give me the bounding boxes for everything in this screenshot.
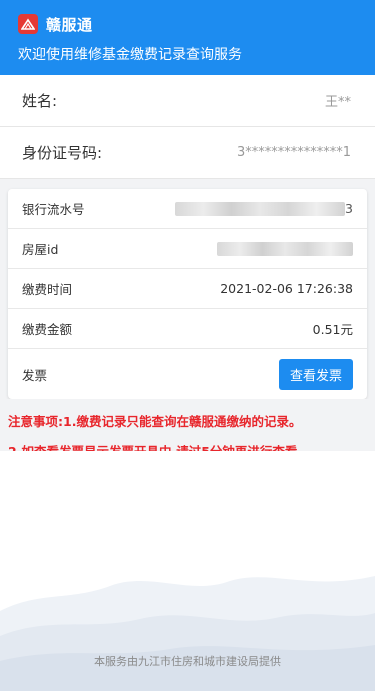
time-value: 2021-02-06 17:26:38 bbox=[220, 281, 353, 296]
serial-blurred bbox=[175, 201, 346, 216]
name-label: 姓名: bbox=[22, 92, 58, 110]
app-logo-icon bbox=[18, 14, 38, 34]
serial-row: 银行流水号 3 bbox=[8, 189, 367, 229]
house-label: 房屋id bbox=[22, 242, 59, 257]
notice-line-1: 注意事项:1.缴费记录只能查询在赣服通缴纳的记录。 bbox=[8, 414, 302, 429]
house-blurred bbox=[217, 241, 353, 256]
invoice-row: 发票 查看发票 bbox=[8, 349, 367, 399]
serial-value-tail: 3 bbox=[345, 201, 353, 216]
invoice-label: 发票 bbox=[22, 367, 48, 383]
house-row: 房屋id bbox=[8, 229, 367, 269]
id-row: 身份证号码: 3***************1 bbox=[0, 127, 375, 179]
name-row: 姓名: 王** bbox=[0, 75, 375, 127]
payment-record-card: 银行流水号 3 房屋id 缴费时间 2021-02-06 17:26:38 缴费… bbox=[8, 189, 367, 399]
view-invoice-button[interactable]: 查看发票 bbox=[279, 358, 353, 390]
name-value: 王** bbox=[324, 95, 351, 110]
background-landscape: 本服务由九江市住房和城市建设局提供 bbox=[0, 451, 375, 691]
app-header: 赣服通 欢迎使用维修基金缴费记录查询服务 bbox=[0, 0, 375, 75]
id-value: 3***************1 bbox=[236, 145, 351, 160]
serial-value: 3 bbox=[175, 201, 353, 216]
time-label: 缴费时间 bbox=[22, 282, 73, 297]
id-label: 身份证号码: bbox=[22, 144, 103, 162]
amount-value: 0.51元 bbox=[312, 322, 353, 337]
page-subtitle: 欢迎使用维修基金缴费记录查询服务 bbox=[18, 47, 242, 63]
serial-label: 银行流水号 bbox=[22, 202, 85, 217]
brand: 赣服通 bbox=[18, 12, 357, 36]
app-name: 赣服通 bbox=[46, 15, 93, 34]
user-info: 姓名: 王** 身份证号码: 3***************1 bbox=[0, 75, 375, 179]
time-row: 缴费时间 2021-02-06 17:26:38 bbox=[8, 269, 367, 309]
footer-text: 本服务由九江市住房和城市建设局提供 bbox=[94, 655, 281, 668]
amount-label: 缴费金额 bbox=[22, 322, 73, 337]
amount-row: 缴费金额 0.51元 bbox=[8, 309, 367, 349]
